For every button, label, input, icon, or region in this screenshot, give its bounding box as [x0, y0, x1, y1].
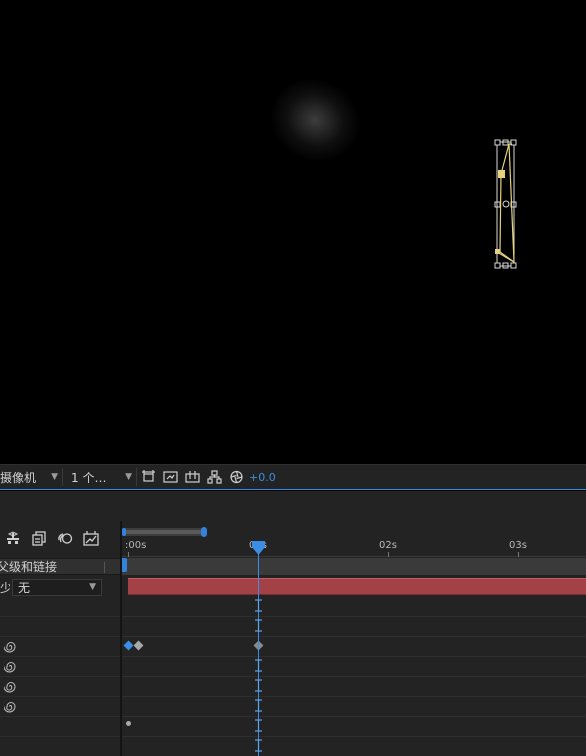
blurred-glow-layer: [257, 64, 373, 176]
playhead-marker-icon: [255, 719, 262, 732]
motion-blur-icon[interactable]: [52, 531, 78, 546]
property-track[interactable]: [122, 657, 586, 677]
property-row[interactable]: [0, 717, 120, 737]
playhead-marker-icon: [255, 739, 262, 752]
timeline-panel: 父级和链接 少 无 ▼:00s 02s 03s: [0, 521, 586, 756]
parent-link-column-label: 父级和链接: [0, 560, 58, 574]
work-area-bar[interactable]: [122, 558, 586, 575]
time-tick: [128, 552, 129, 557]
playhead-marker-icon: [255, 619, 262, 632]
property-track[interactable]: [122, 677, 586, 697]
property-row[interactable]: [0, 637, 120, 657]
parent-dropdown-value: 无: [18, 580, 31, 595]
time-tick-label: 02s: [379, 540, 397, 551]
column-divider[interactable]: [104, 562, 105, 573]
property-track[interactable]: [122, 717, 586, 737]
work-area-start-handle[interactable]: [122, 558, 127, 572]
solo-icon[interactable]: [26, 530, 52, 546]
property-row[interactable]: [0, 617, 120, 637]
time-tick-label: 03s: [509, 540, 527, 551]
time-tick: [388, 552, 389, 557]
active-camera-label: 摄像机: [0, 470, 37, 485]
time-navigator-range[interactable]: [126, 530, 202, 534]
property-row[interactable]: [0, 677, 120, 697]
exposure-value[interactable]: +0.0: [249, 471, 276, 484]
playhead-marker-icon: [255, 679, 262, 692]
stopwatch-icon[interactable]: [4, 680, 17, 693]
time-graph[interactable]: :00s 01s 02s 03s: [122, 521, 586, 756]
composition-viewer[interactable]: [0, 0, 586, 464]
chevron-down-icon: ▼: [51, 472, 58, 482]
camera-layer-wireframe[interactable]: [490, 136, 524, 274]
active-camera-dropdown[interactable]: 摄像机 ▼: [0, 468, 63, 486]
stopwatch-icon[interactable]: [4, 700, 17, 713]
chevron-down-icon: ▼: [89, 582, 96, 592]
property-track[interactable]: [122, 637, 586, 657]
property-track[interactable]: [122, 617, 586, 637]
exposure-reset-icon[interactable]: [225, 468, 247, 486]
time-tick: [518, 552, 519, 557]
panel-gap: [0, 491, 586, 521]
time-ruler[interactable]: :00s 01s 02s 03s: [122, 539, 586, 557]
layer-mode-label: 少: [0, 580, 10, 595]
region-of-interest-icon[interactable]: [137, 468, 159, 486]
view-layout-label: 1 个…: [71, 470, 107, 485]
parent-link-column-header[interactable]: 父级和链接: [0, 558, 120, 575]
property-row[interactable]: [0, 657, 120, 677]
expression-keyframe[interactable]: [126, 721, 131, 726]
current-time-indicator-icon[interactable]: [252, 541, 265, 555]
layer-duration-bar[interactable]: [128, 578, 586, 595]
timeline-switches: [0, 527, 120, 549]
layer-row[interactable]: 少 无 ▼: [0, 578, 120, 596]
stacked-layers-icon[interactable]: [0, 530, 26, 546]
property-track[interactable]: [122, 697, 586, 717]
property-row[interactable]: [0, 597, 120, 617]
time-tick-label: :00s: [125, 540, 147, 551]
channel-icon[interactable]: [203, 468, 225, 486]
property-row[interactable]: [0, 697, 120, 717]
snapshot-icon[interactable]: [159, 468, 181, 486]
view-layout-dropdown[interactable]: 1 个… ▼: [67, 468, 137, 486]
parent-dropdown[interactable]: 无 ▼: [12, 578, 102, 596]
time-navigator-end-handle[interactable]: [201, 527, 207, 537]
playhead-marker-icon: [255, 659, 262, 672]
stopwatch-icon[interactable]: [4, 660, 17, 673]
property-row[interactable]: [0, 737, 120, 756]
playhead-marker-icon: [255, 599, 262, 612]
show-snapshot-icon[interactable]: [181, 468, 203, 486]
property-track[interactable]: [122, 597, 586, 617]
chevron-down-icon: ▼: [125, 472, 132, 482]
stopwatch-icon[interactable]: [4, 640, 17, 653]
property-track[interactable]: [122, 737, 586, 756]
playhead-marker-icon: [255, 699, 262, 712]
graph-editor-icon[interactable]: [78, 530, 104, 546]
layer-outline-panel: 父级和链接 少 无 ▼: [0, 521, 120, 756]
time-navigator-start-handle[interactable]: [122, 528, 126, 536]
viewer-toolbar: 摄像机 ▼ 1 个… ▼ +0.0: [0, 464, 586, 490]
